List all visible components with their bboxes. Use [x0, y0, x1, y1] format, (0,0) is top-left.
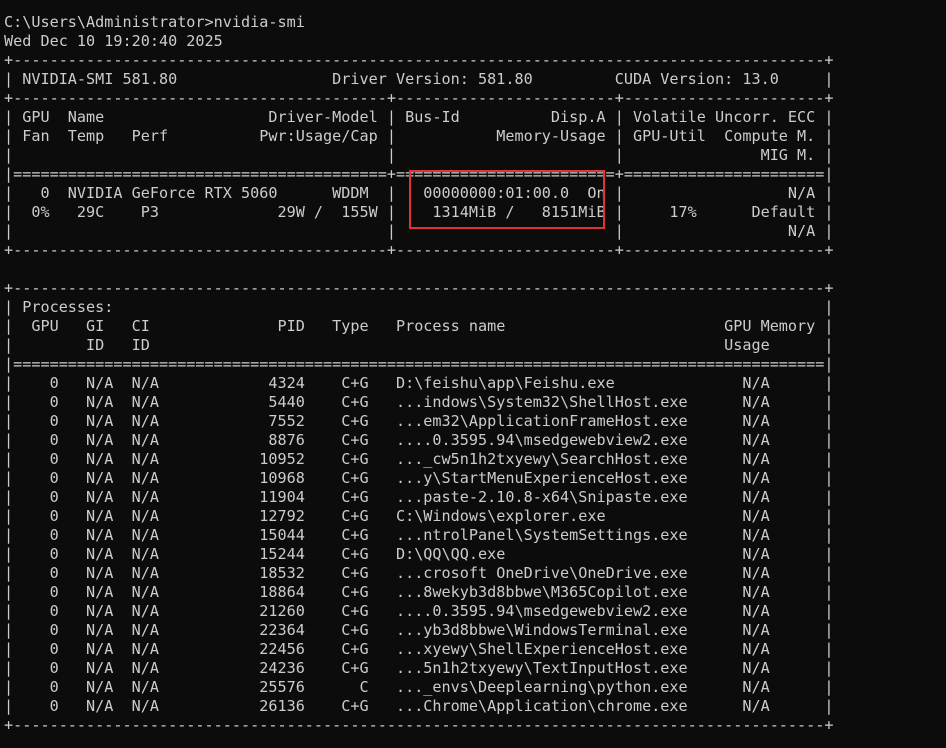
terminal-window[interactable]: C:\Users\Administrator>nvidia-smi Wed Dec… [0, 0, 946, 748]
terminal-line: | 0 N/A N/A 18532 C+G ...crosoft OneDriv… [4, 564, 834, 582]
terminal-line: | 0 N/A N/A 25576 C ..._envs\Deeplearnin… [4, 678, 834, 696]
terminal-line: Wed Dec 10 19:20:40 2025 [4, 32, 223, 50]
terminal-line: | 0 N/A N/A 11904 C+G ...paste-2.10.8-x6… [4, 488, 834, 506]
terminal-line: +---------------------------------------… [4, 89, 834, 107]
terminal-line: +---------------------------------------… [4, 51, 834, 69]
terminal-line: | NVIDIA-SMI 581.80 Driver Version: 581.… [4, 70, 834, 88]
terminal-line: C:\Users\Administrator>nvidia-smi [4, 13, 305, 31]
terminal-line: +---------------------------------------… [4, 279, 834, 297]
terminal-line: | 0 N/A N/A 10968 C+G ...y\StartMenuExpe… [4, 469, 834, 487]
terminal-line: | GPU GI CI PID Type Process name GPU Me… [4, 317, 834, 335]
terminal-line: | 0 N/A N/A 5440 C+G ...indows\System32\… [4, 393, 834, 411]
terminal-line: +---------------------------------------… [4, 716, 834, 734]
terminal-line: +---------------------------------------… [4, 241, 834, 259]
terminal-line: | 0 N/A N/A 18864 C+G ...8wekyb3d8bbwe\M… [4, 583, 834, 601]
terminal-line: |=======================================… [4, 165, 834, 183]
terminal-line: | Fan Temp Perf Pwr:Usage/Cap | Memory-U… [4, 127, 834, 145]
terminal-line: | 0 N/A N/A 15044 C+G ...ntrolPanel\Syst… [4, 526, 834, 544]
terminal-line: | 0 N/A N/A 26136 C+G ...Chrome\Applicat… [4, 697, 834, 715]
terminal-line: | Processes: | [4, 298, 834, 316]
terminal-line: | 0 N/A N/A 22456 C+G ...xyewy\ShellExpe… [4, 640, 834, 658]
terminal-line: | 0 N/A N/A 21260 C+G ....0.3595.94\msed… [4, 602, 834, 620]
terminal-line: | 0 N/A N/A 10952 C+G ..._cw5n1h2txyewy\… [4, 450, 834, 468]
terminal-line: |=======================================… [4, 355, 834, 373]
terminal-line: | 0 N/A N/A 4324 C+G D:\feishu\app\Feish… [4, 374, 834, 392]
terminal-line: | 0 N/A N/A 24236 C+G ...5n1h2txyewy\Tex… [4, 659, 834, 677]
terminal-line: | 0 NVIDIA GeForce RTX 5060 WDDM | 00000… [4, 184, 834, 202]
terminal-line: | 0 N/A N/A 8876 C+G ....0.3595.94\msedg… [4, 431, 834, 449]
terminal-line: | 0 N/A N/A 12792 C+G C:\Windows\explore… [4, 507, 834, 525]
terminal-line: | | | MIG M. | [4, 146, 834, 164]
terminal-line: | | | N/A | [4, 222, 834, 240]
terminal-line: | 0 N/A N/A 7552 C+G ...em32\Application… [4, 412, 834, 430]
terminal-line: | ID ID Usage | [4, 336, 834, 354]
terminal-line: | 0% 29C P3 29W / 155W | 1314MiB / 8151M… [4, 203, 834, 221]
terminal-line: | GPU Name Driver-Model | Bus-Id Disp.A … [4, 108, 834, 126]
terminal-line: | 0 N/A N/A 22364 C+G ...yb3d8bbwe\Windo… [4, 621, 834, 639]
terminal-line: | 0 N/A N/A 15244 C+G D:\QQ\QQ.exe N/A | [4, 545, 834, 563]
